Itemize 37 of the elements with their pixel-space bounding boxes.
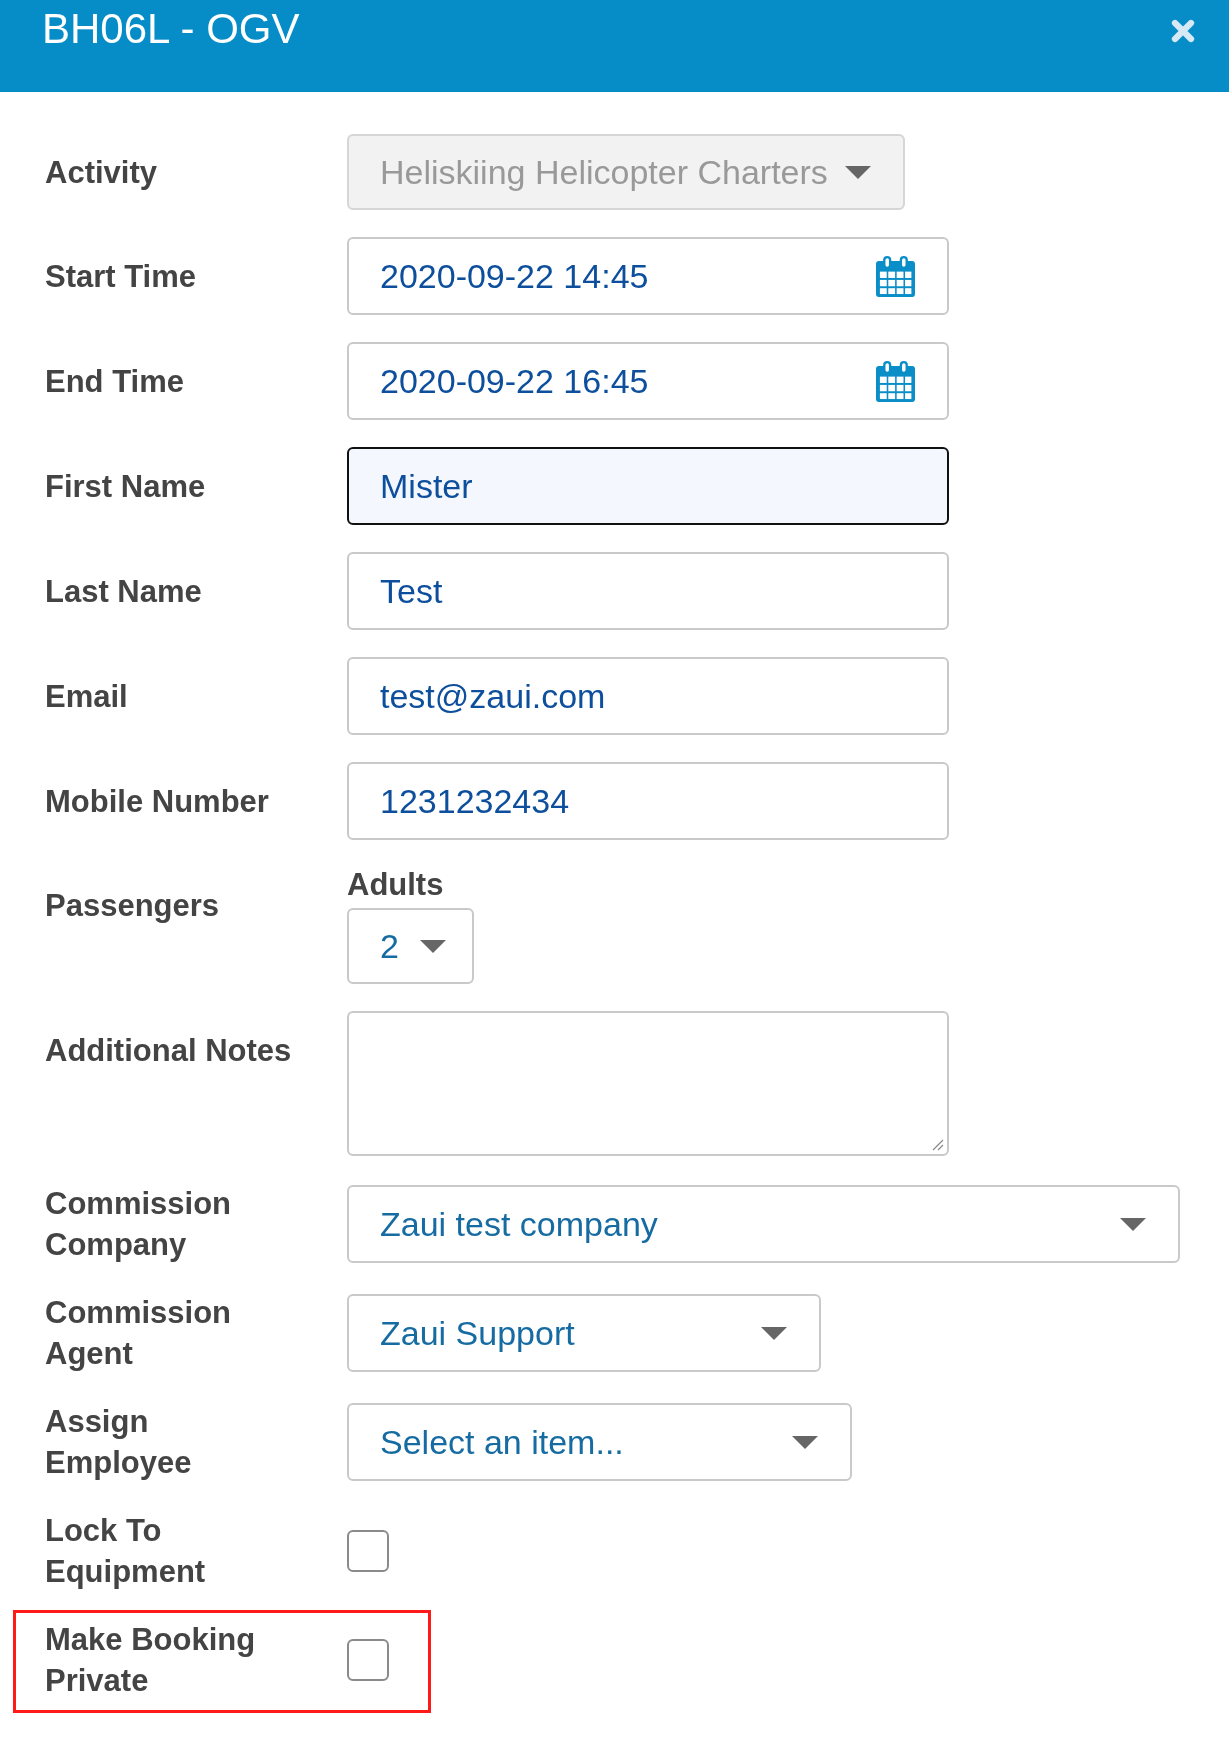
caret-icon <box>792 1435 818 1449</box>
field-label: End Time <box>45 362 185 401</box>
dropdown-field[interactable]: Select an item... <box>347 1403 852 1481</box>
field-label: Lock To Equipment <box>45 1512 207 1591</box>
field-label: First Name <box>45 467 207 506</box>
calendar-icon[interactable] <box>876 360 915 402</box>
date-time-field[interactable]: 2020-09-22 14:45 <box>347 237 949 315</box>
input-field[interactable]: 1231232434 <box>347 762 949 840</box>
caret-icon <box>1120 1217 1146 1231</box>
field-label: Mobile Number <box>45 782 270 821</box>
input-field[interactable]: Test <box>347 552 949 630</box>
date-time-field[interactable]: 2020-09-22 16:45 <box>347 342 949 420</box>
field-label: Activity <box>45 153 158 192</box>
caret-icon <box>420 939 446 953</box>
close-icon[interactable] <box>1171 19 1195 43</box>
field-label: Passengers <box>45 887 221 925</box>
adults-label: Adults <box>347 867 444 903</box>
field-label: Commission Company <box>45 1185 233 1264</box>
field-label: Commission Agent <box>45 1294 233 1373</box>
field-label: Make Booking Private <box>45 1621 257 1700</box>
field-label: Email <box>45 677 129 716</box>
input-field[interactable]: test@zaui.com <box>347 657 949 735</box>
dialog-title: BH06L - OGV <box>42 4 300 54</box>
checkbox[interactable] <box>347 1639 389 1681</box>
calendar-icon[interactable] <box>876 255 915 297</box>
dropdown-field[interactable]: Zaui test company <box>347 1185 1180 1263</box>
input-field[interactable]: Mister <box>347 447 949 525</box>
resize-grip-icon[interactable] <box>932 1139 944 1151</box>
field-label: Additional Notes <box>45 1032 293 1070</box>
caret-icon <box>761 1326 787 1340</box>
dropdown-field[interactable]: Zaui Support <box>347 1294 821 1372</box>
field-label: Start Time <box>45 257 198 296</box>
count-dropdown[interactable]: 2 <box>347 908 474 984</box>
checkbox[interactable] <box>347 1530 389 1572</box>
field-label: Last Name <box>45 572 203 611</box>
caret-icon <box>845 165 871 179</box>
field-label: Assign Employee <box>45 1403 193 1482</box>
